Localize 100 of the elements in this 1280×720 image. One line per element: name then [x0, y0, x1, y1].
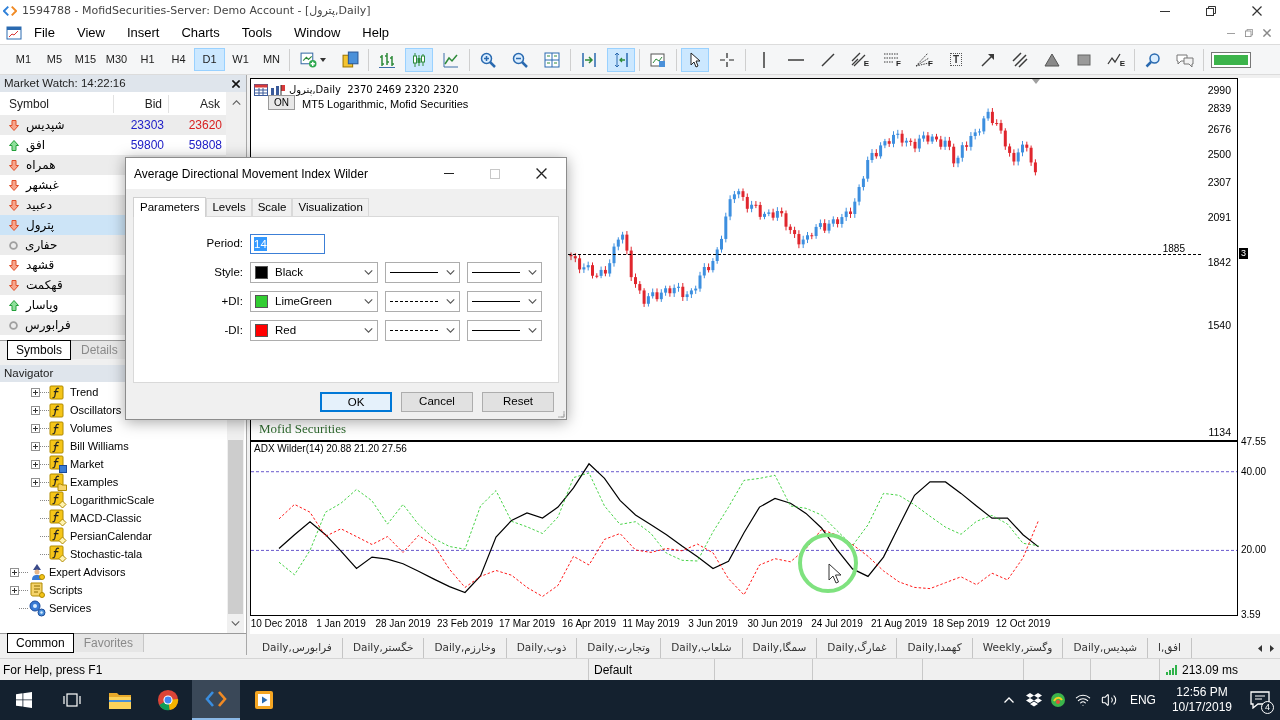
chevron-down-icon [364, 299, 373, 304]
navigator-item[interactable]: Volumes [70, 419, 113, 437]
timeframe-button[interactable]: W1 [225, 48, 256, 71]
dialog-tab[interactable]: Parameters [133, 197, 207, 217]
price-label: 1540 [1207, 319, 1231, 332]
down-arrow-icon [9, 219, 19, 231]
timeframe-button[interactable]: M1 [8, 48, 39, 71]
menu-item[interactable]: Window [283, 23, 352, 43]
child-restore-button[interactable] [1242, 26, 1256, 40]
timeframe-button[interactable]: M15 [70, 48, 101, 71]
clock-date[interactable]: 10/17/2019 [1171, 700, 1232, 715]
custom-function-icon [49, 527, 67, 545]
axis-label: 20.00 [1241, 544, 1267, 557]
toolbar-button[interactable] [681, 47, 709, 72]
price-marker: 3 [1239, 247, 1248, 259]
color-select[interactable]: Black [250, 262, 378, 283]
navigator-item[interactable]: Expert Advisors [49, 563, 126, 581]
clock-time[interactable]: 12:56 PM [1176, 685, 1228, 700]
table-icon [254, 83, 268, 96]
language-indicator[interactable]: ENG [1129, 691, 1156, 709]
toolbar-button[interactable]: E [1102, 47, 1130, 72]
navigator-item[interactable]: Services [49, 599, 92, 617]
timeframe-button[interactable]: H4 [163, 48, 194, 71]
toolbar-button[interactable]: F [878, 47, 906, 72]
timeframe-button[interactable]: M30 [101, 48, 132, 71]
template-icon [650, 51, 666, 68]
dialog-button[interactable]: Cancel [401, 392, 473, 412]
navigator-item[interactable]: Stochastic-tala [70, 545, 143, 563]
price-label: 1842 [1207, 255, 1231, 268]
maximize-icon [490, 168, 500, 179]
function-folder-icon [49, 473, 67, 491]
column-header[interactable]: Bid [113, 94, 168, 113]
chart-plus-icon [300, 51, 317, 68]
timeframe-button[interactable]: M5 [39, 48, 70, 71]
panel-tab[interactable]: Symbols [7, 340, 71, 360]
line-width-select[interactable] [467, 291, 542, 312]
toolbar-button[interactable]: T [942, 47, 970, 72]
symbol-name: غبشهر [26, 177, 59, 194]
dialog-button[interactable]: Reset [482, 392, 554, 412]
gears-icon [28, 599, 46, 617]
function-icon [49, 438, 64, 454]
timeframe-button[interactable]: H1 [132, 48, 163, 71]
navigator-item[interactable]: Scripts [49, 581, 83, 599]
down-arrow-icon [9, 119, 19, 131]
menu-item[interactable]: Charts [170, 23, 231, 43]
menu-item[interactable]: File [23, 23, 66, 43]
function-icon [49, 384, 64, 400]
dialog-tab[interactable]: Levels [206, 198, 252, 216]
toolbar-button[interactable]: F [910, 47, 938, 72]
navigator-item[interactable]: MACD-Classic [70, 509, 142, 527]
color-select[interactable]: LimeGreen [250, 291, 378, 312]
date-label: 11 May 2019 [622, 618, 680, 630]
scroll-icon [28, 581, 46, 599]
dialog-tab[interactable]: Scale [251, 198, 293, 216]
minimize-icon [1160, 10, 1170, 12]
close-button[interactable] [229, 77, 242, 90]
menu-item[interactable]: Insert [115, 23, 171, 43]
navigator-item[interactable]: Oscillators [70, 401, 122, 419]
chevron-down-icon [364, 270, 373, 275]
scroll-thumb[interactable] [228, 440, 243, 614]
parallel-lines-icon [1012, 51, 1028, 68]
child-close-button[interactable] [1260, 26, 1274, 40]
timeframe-button[interactable]: MN [256, 48, 287, 71]
notifications-button[interactable]: 4 [1240, 680, 1280, 720]
timeframe-button[interactable]: D1 [194, 48, 225, 71]
toolbar-button[interactable]: E [846, 47, 874, 72]
menu-item[interactable]: Tools [230, 23, 284, 43]
line-style-select[interactable] [385, 262, 460, 283]
navigator-item[interactable]: PersianCalendar [70, 527, 152, 545]
navigator-item[interactable]: LogarithmicScale [70, 491, 155, 509]
line-width-select[interactable] [467, 320, 542, 341]
speaker-icon[interactable] [1100, 692, 1117, 708]
down-arrow-icon [9, 179, 19, 191]
menu-item[interactable]: View [65, 23, 116, 43]
wifi-icon[interactable] [1074, 692, 1091, 708]
dialog-tab[interactable]: Visualization [292, 198, 369, 216]
dialog-button[interactable]: OK [320, 392, 392, 412]
window-title: 1594788 - MofidSecurities-Server: Demo Account - [پترول,Daily] [22, 2, 371, 19]
color-select[interactable]: Red [250, 320, 378, 341]
date-label: 10 Dec 2018 [250, 618, 308, 630]
chevron-up-icon [1003, 697, 1014, 703]
panel-tab[interactable]: Common [7, 633, 74, 653]
ask-price: 59808 [187, 137, 223, 154]
axis-label: 47.55 [1241, 436, 1267, 448]
menu-item[interactable]: Help [351, 23, 401, 43]
navigator-item[interactable]: Examples [70, 473, 119, 491]
date-label: 3 Jun 2019 [688, 618, 738, 630]
column-header[interactable]: Symbol [0, 94, 113, 113]
chart-window-icon [5, 25, 23, 41]
up-arrow-icon [9, 139, 19, 151]
price-label: 2839 [1207, 102, 1231, 115]
date-label: 23 Feb 2019 [436, 618, 494, 630]
navigator-item[interactable]: Trend [70, 383, 99, 401]
navigator-item[interactable]: Market [70, 455, 104, 473]
windows-logo-icon [16, 692, 32, 708]
ring-icon [9, 320, 18, 330]
symbol-name: قشهد [26, 257, 55, 274]
navigator-item[interactable]: Bill Williams [70, 437, 129, 455]
line-width-select[interactable] [467, 262, 542, 283]
on-button[interactable]: ON [268, 95, 295, 110]
